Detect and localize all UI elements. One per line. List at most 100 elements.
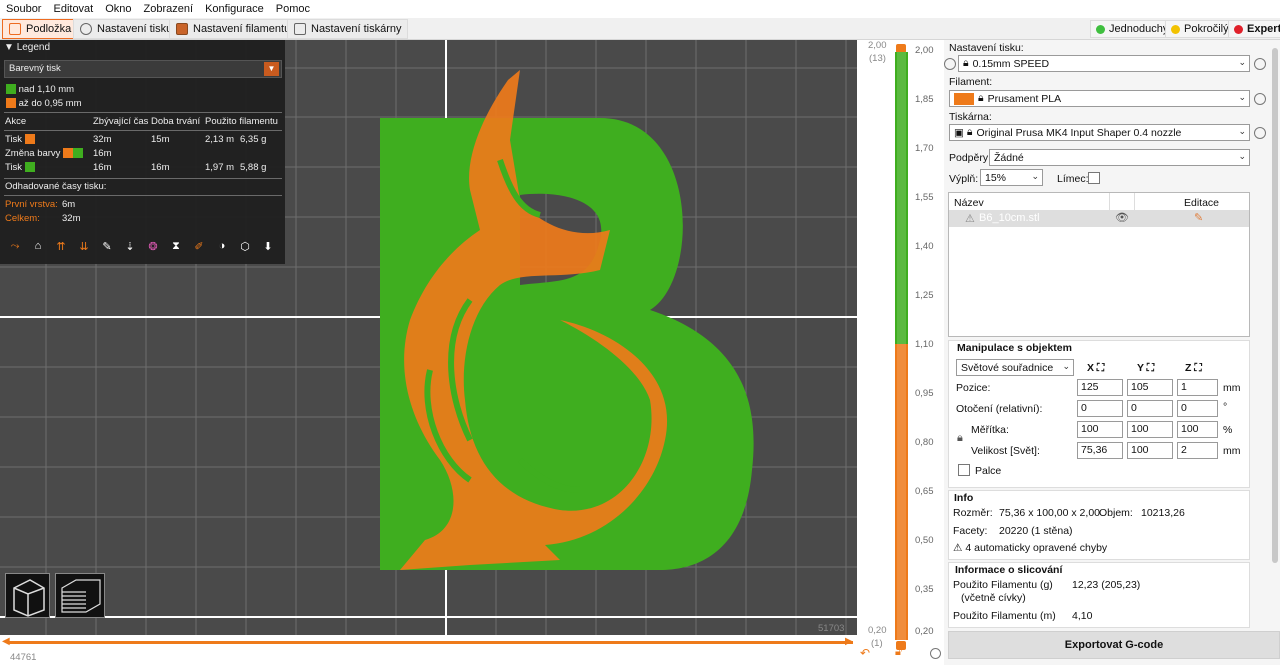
infill-combo[interactable]: 15% ⌄ bbox=[980, 169, 1043, 186]
mode-expert-button[interactable]: Expert bbox=[1228, 20, 1280, 38]
axis-y-label: Y ⛶ bbox=[1137, 362, 1155, 374]
legend-panel: ▼ Legend Barevný tisk ▼ nad 1,10 mm až d… bbox=[0, 40, 285, 264]
volume-value: 10213,26 bbox=[1141, 507, 1185, 519]
green-swatch bbox=[73, 148, 84, 159]
lock-icon[interactable]: 🔒︎ bbox=[957, 432, 963, 445]
custom-gcode-icon[interactable]: ✐ bbox=[190, 237, 208, 255]
facets-label: Facety: bbox=[953, 525, 988, 537]
export-gcode-button[interactable]: Exportovat G-code bbox=[948, 631, 1280, 659]
wipe-icon[interactable]: ⌂ bbox=[29, 237, 47, 255]
size-x-input[interactable]: 75,36 bbox=[1077, 442, 1123, 459]
center-of-gravity-icon[interactable]: ◑ bbox=[213, 237, 231, 255]
tab-bar: Podložka Nastavení tisku Nastavení filam… bbox=[0, 18, 1280, 40]
tab-label: Podložka bbox=[26, 23, 72, 35]
rotation-y-input[interactable]: 0 bbox=[1127, 400, 1173, 417]
facets-value: 20220 (1 stěna) bbox=[999, 525, 1073, 537]
size-unit: mm bbox=[1223, 445, 1241, 457]
edit-object-icon[interactable]: ✎ bbox=[1194, 211, 1203, 224]
object-row[interactable]: ⚠ B6_10cm.stl 👁︎ ✎ bbox=[949, 210, 1249, 227]
view-iso-icon[interactable] bbox=[5, 573, 50, 618]
shells-icon[interactable]: ⬡ bbox=[236, 237, 254, 255]
menu-view[interactable]: Zobrazení bbox=[138, 0, 200, 18]
unlock-icon[interactable]: 🔓︎ bbox=[895, 646, 902, 659]
seams-icon[interactable]: ✎ bbox=[98, 237, 116, 255]
size-label: Velikost [Svět]: bbox=[971, 445, 1040, 457]
printer-icon: ▣ bbox=[954, 126, 964, 139]
gear-icon bbox=[944, 58, 956, 70]
chevron-down-icon: ⌄ bbox=[1238, 126, 1246, 136]
supports-combo[interactable]: Žádné ⌄ bbox=[989, 149, 1250, 166]
slider-left-handle[interactable]: ◀ bbox=[2, 636, 10, 647]
size-y-input[interactable]: 100 bbox=[1127, 442, 1173, 459]
travel-icon[interactable]: ⤳ bbox=[6, 237, 24, 255]
menu-edit[interactable]: Editovat bbox=[47, 0, 99, 18]
edit-preset-icon[interactable] bbox=[1254, 93, 1266, 105]
row-3-weight: 5,88 g bbox=[240, 162, 267, 173]
menu-help[interactable]: Pomoc bbox=[270, 0, 316, 18]
tick-label: 0,80 bbox=[915, 437, 934, 448]
row-3-length: 1,97 m bbox=[205, 162, 235, 173]
sidebar-scrollbar[interactable] bbox=[1272, 48, 1278, 563]
view-layers-icon[interactable] bbox=[55, 573, 105, 618]
settings-cog-icon[interactable] bbox=[930, 648, 941, 659]
deretraction-icon[interactable]: ⇊ bbox=[75, 237, 93, 255]
volume-label: Objem: bbox=[1099, 507, 1133, 519]
infill-value: 15% bbox=[985, 171, 1007, 184]
axis-z-label: Z ⛶ bbox=[1185, 362, 1202, 374]
dimensions-label: Rozměr: bbox=[953, 507, 993, 519]
tool-changes-icon[interactable]: ⇣ bbox=[121, 237, 139, 255]
edit-preset-icon[interactable] bbox=[1254, 58, 1266, 70]
filament-combo[interactable]: 🔒︎ Prusament PLA ⌄ bbox=[949, 90, 1250, 107]
legend-header[interactable]: ▼ Legend bbox=[4, 42, 50, 53]
mode-advanced-button[interactable]: Pokročilý bbox=[1165, 20, 1235, 38]
menu-window[interactable]: Okno bbox=[99, 0, 137, 18]
tab-label: Nastavení tiskárny bbox=[311, 23, 402, 35]
size-z-input[interactable]: 2 bbox=[1177, 442, 1218, 459]
mode-simple-button[interactable]: Jednoduchý bbox=[1090, 20, 1175, 38]
print-settings-value: 0.15mm SPEED bbox=[972, 57, 1050, 70]
rotation-x-input[interactable]: 0 bbox=[1077, 400, 1123, 417]
inches-checkbox[interactable] bbox=[958, 464, 970, 476]
coordinate-system-combo[interactable]: Světové souřadnice ⌄ bbox=[956, 359, 1074, 376]
printer-combo[interactable]: ▣ 🔒︎ Original Prusa MK4 Input Shaper 0.4… bbox=[949, 124, 1250, 141]
tab-printer-settings[interactable]: Nastavení tiskárny bbox=[287, 19, 409, 39]
edit-preset-icon[interactable] bbox=[1254, 127, 1266, 139]
tool-marker-icon[interactable]: ⬇ bbox=[259, 237, 277, 255]
menu-configuration[interactable]: Konfigurace bbox=[199, 0, 270, 18]
dimensions-value: 75,36 x 100,00 x 2,00 bbox=[999, 507, 1100, 519]
rotation-z-input[interactable]: 0 bbox=[1177, 400, 1218, 417]
pause-prints-icon[interactable]: ⧗ bbox=[167, 237, 185, 255]
position-y-input[interactable]: 105 bbox=[1127, 379, 1173, 396]
row-1-weight: 6,35 g bbox=[240, 134, 267, 145]
undo-icon[interactable]: ↶ bbox=[860, 646, 870, 660]
object-list[interactable]: Název Editace ⚠ B6_10cm.stl 👁︎ ✎ bbox=[948, 192, 1250, 337]
legend-view-type-select[interactable]: Barevný tisk ▼ bbox=[4, 60, 282, 78]
tab-filament-settings[interactable]: Nastavení filamentu bbox=[169, 19, 298, 39]
scale-z-input[interactable]: 100 bbox=[1177, 421, 1218, 438]
position-label: Pozice: bbox=[956, 382, 991, 394]
tick-label: 1,85 bbox=[915, 94, 934, 105]
scale-x-input[interactable]: 100 bbox=[1077, 421, 1123, 438]
row-3-action: Tisk bbox=[5, 162, 35, 173]
scale-y-input[interactable]: 100 bbox=[1127, 421, 1173, 438]
print-settings-combo[interactable]: 🔒︎ 0.15mm SPEED ⌄ bbox=[958, 55, 1250, 72]
inches-label: Palce bbox=[975, 465, 1002, 477]
printer-label: Tiskárna: bbox=[949, 111, 992, 123]
retraction-icon[interactable]: ⇈ bbox=[52, 237, 70, 255]
eye-icon[interactable]: 👁︎ bbox=[1115, 211, 1129, 224]
tab-plater[interactable]: Podložka bbox=[2, 19, 79, 39]
horizontal-slider-track[interactable] bbox=[8, 641, 853, 644]
menu-file[interactable]: Soubor bbox=[0, 0, 47, 18]
position-x-input[interactable]: 125 bbox=[1077, 379, 1123, 396]
position-z-input[interactable]: 1 bbox=[1177, 379, 1218, 396]
tab-print-settings[interactable]: Nastavení tisku bbox=[73, 19, 180, 39]
row-3-duration: 16m bbox=[151, 162, 170, 173]
slider-top-layer: (13) bbox=[869, 53, 886, 64]
row-1-length: 2,13 m bbox=[205, 134, 235, 145]
slider-right-handle[interactable]: ▶ bbox=[845, 636, 853, 647]
color-changes-icon[interactable]: ❂ bbox=[144, 237, 162, 255]
chevron-down-icon: ⌄ bbox=[1238, 151, 1246, 161]
brim-checkbox[interactable] bbox=[1088, 172, 1100, 184]
row-2-remaining: 16m bbox=[93, 148, 112, 159]
tick-label: 0,50 bbox=[915, 535, 934, 546]
